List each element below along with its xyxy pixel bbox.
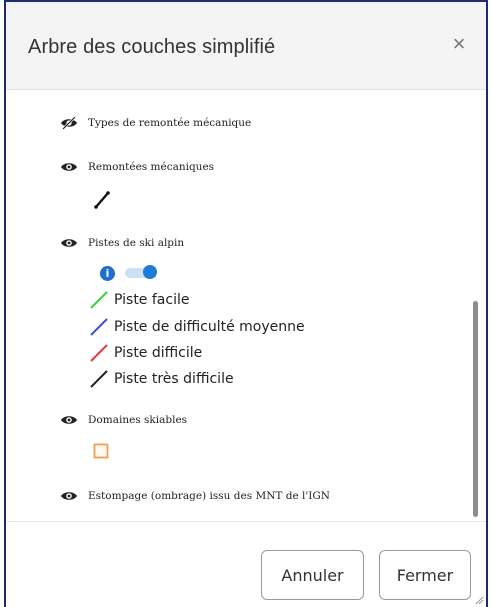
eye-icon[interactable] (60, 489, 78, 503)
layer-label: Pistes de ski alpin (88, 237, 185, 249)
legend-label: Piste facile (114, 292, 190, 308)
black-line-icon (90, 370, 108, 388)
layer-label: Domaines skiables (88, 414, 188, 426)
close-icon[interactable]: × (448, 32, 470, 56)
legend-item-piste-tres-difficile: Piste très difficile (88, 368, 234, 390)
toggle-knob (143, 265, 157, 279)
dialog-title: Arbre des couches simplifié (28, 36, 276, 58)
square-outline-icon (93, 443, 109, 459)
layer-row-remontees: Remontées mécaniques (60, 157, 214, 177)
layer-row-estompage: Estompage (ombrage) issu des MNT de l'IG… (60, 486, 330, 506)
layer-label: Types de remontée mécanique (88, 117, 252, 129)
scrollbar[interactable] (473, 301, 478, 517)
layer-tree-body: Types de remontée mécanique Remontées mé… (6, 91, 486, 521)
cancel-button[interactable]: Annuler (261, 550, 364, 600)
layer-row-domaines: Domaines skiables (60, 410, 187, 430)
lift-line-icon (94, 191, 110, 209)
layer-label: Estompage (ombrage) issu des MNT de l'IG… (88, 490, 330, 502)
legend-label: Piste difficile (114, 345, 203, 361)
legend-label: Piste de difficulté moyenne (114, 319, 305, 335)
dialog-footer: Annuler Fermer (6, 521, 486, 607)
eye-icon[interactable] (60, 160, 78, 174)
red-line-icon (90, 344, 108, 362)
eye-icon[interactable] (60, 413, 78, 427)
layer-row-pistes: Pistes de ski alpin (60, 233, 184, 253)
legend-item-piste-moyenne: Piste de difficulté moyenne (88, 316, 305, 338)
legend-toggle[interactable] (125, 265, 157, 279)
legend-item-piste-difficile: Piste difficile (88, 342, 202, 364)
legend-controls: i (100, 263, 157, 283)
legend-label: Piste très difficile (114, 371, 234, 387)
green-line-icon (90, 291, 108, 309)
resize-grip-icon[interactable] (474, 595, 484, 605)
layer-tree-dialog: Arbre des couches simplifié × Types de r… (4, 0, 488, 607)
blue-line-icon (90, 318, 108, 336)
eye-slash-icon[interactable] (60, 116, 78, 130)
layer-label: Remontées mécaniques (88, 161, 215, 173)
eye-icon[interactable] (60, 236, 78, 250)
layer-row-types-remontee: Types de remontée mécanique (60, 113, 251, 133)
legend-item-piste-facile: Piste facile (88, 289, 189, 311)
dialog-header: Arbre des couches simplifié × (6, 2, 486, 90)
info-icon[interactable]: i (100, 265, 115, 281)
close-button[interactable]: Fermer (379, 550, 471, 600)
